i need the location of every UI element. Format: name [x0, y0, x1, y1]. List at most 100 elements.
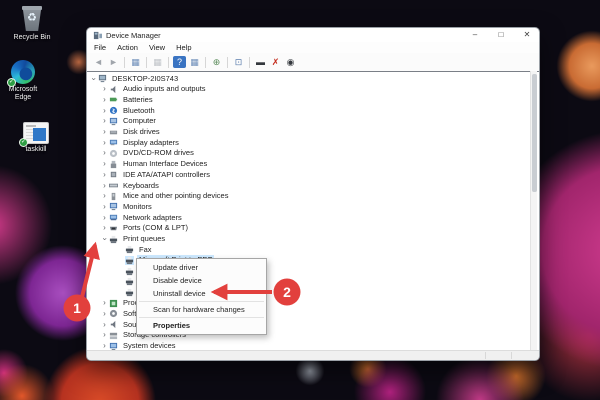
- expand-chevron-icon[interactable]: ›: [100, 106, 109, 116]
- tree-row-label: Batteries: [123, 94, 153, 104]
- annotation-badge-1-number: 1: [73, 300, 81, 316]
- speaker-icon: [110, 85, 116, 93]
- expand-chevron-icon[interactable]: ›: [100, 309, 109, 319]
- expand-chevron-icon[interactable]: ›: [100, 95, 109, 105]
- expand-chevron-icon[interactable]: ›: [100, 298, 109, 308]
- menu-help[interactable]: Help: [176, 43, 191, 52]
- tree-row-printer[interactable]: [87, 287, 141, 298]
- context-menu-item-uninstall-device[interactable]: Uninstall device: [137, 287, 266, 300]
- expand-chevron-icon[interactable]: ›: [100, 127, 109, 137]
- chip-icon: [110, 172, 117, 178]
- battery-icon: [109, 98, 118, 102]
- recycle-bin-icon: ♻: [21, 6, 43, 32]
- tree-row-monitors[interactable]: › Monitors: [87, 201, 154, 212]
- tree-row-bluetooth[interactable]: › Bluetooth: [87, 105, 157, 116]
- menu-action[interactable]: Action: [117, 43, 138, 52]
- tree-row-printer[interactable]: [87, 276, 141, 287]
- vertical-scrollbar[interactable]: [530, 71, 537, 352]
- toolbar-separator: [249, 56, 250, 68]
- software-icon: [109, 310, 118, 318]
- tree-row-label: Network adapters: [123, 212, 182, 222]
- toolbar: ◄ ► ▦ ▦? ▦ ⊕ ⊡ ▬ ✗ ◉: [87, 53, 539, 71]
- tree-row-disk-drives[interactable]: › Disk drives: [87, 127, 162, 138]
- uninstall-device-icon[interactable]: ✗: [269, 56, 282, 68]
- expand-chevron-icon[interactable]: ›: [100, 148, 109, 158]
- context-menu-item-disable-device[interactable]: Disable device: [137, 274, 266, 287]
- tree-row-audio-inputs-and-outputs[interactable]: › Audio inputs and outputs: [87, 84, 208, 95]
- printer-icon: [125, 278, 134, 286]
- tree-row-mice-and-other-pointing-devices[interactable]: › Mice and other pointing devices: [87, 191, 230, 202]
- context-menu-item-properties[interactable]: Properties: [137, 319, 266, 332]
- scan-hardware-icon[interactable]: ⊕: [210, 56, 223, 68]
- tree-row-desktop-2i0s743[interactable]: › DESKTOP-2I0S743: [87, 73, 180, 84]
- display-adapter-icon: [109, 139, 118, 146]
- tree-row-printer[interactable]: [87, 266, 141, 277]
- remote-computer-icon[interactable]: ⊡: [232, 56, 245, 68]
- tree-row-display-adapters[interactable]: › Display adapters: [87, 137, 181, 148]
- tree-row-print-queues[interactable]: › Print queues: [87, 234, 167, 245]
- tree-row-dvd-cd-rom-drives[interactable]: › DVD/CD-ROM drives: [87, 148, 196, 159]
- help-icon[interactable]: ?: [173, 56, 186, 68]
- bluetooth-icon: [109, 106, 118, 115]
- menu-view[interactable]: View: [149, 43, 165, 52]
- tree-row-label: DESKTOP-2I0S743: [112, 73, 179, 83]
- show-console-tree-icon[interactable]: ▦: [129, 56, 142, 68]
- expand-chevron-icon[interactable]: ›: [100, 181, 109, 191]
- expand-chevron-icon[interactable]: ›: [100, 320, 109, 330]
- taskkill-label: taskkill: [25, 146, 47, 153]
- menu-file[interactable]: File: [94, 43, 106, 52]
- context-menu-item-scan-for-hardware-changes[interactable]: Scan for hardware changes: [137, 303, 266, 316]
- properties-panel-icon[interactable]: ▦: [151, 56, 164, 68]
- expand-chevron-icon[interactable]: ›: [100, 138, 109, 148]
- disable-device-icon[interactable]: ◉: [284, 56, 297, 68]
- tree-row-batteries[interactable]: › Batteries: [87, 94, 155, 105]
- desktop-icon-taskkill[interactable]: ✓ taskkill: [12, 122, 60, 154]
- expand-chevron-icon[interactable]: ›: [100, 191, 109, 201]
- collapse-chevron-icon[interactable]: ›: [100, 235, 110, 244]
- toolbar-separator: [124, 56, 125, 68]
- expand-chevron-icon[interactable]: ›: [100, 159, 109, 169]
- tree-row-label: Monitors: [123, 201, 152, 211]
- minimize-button[interactable]: –: [469, 28, 481, 42]
- forward-icon[interactable]: ►: [107, 56, 120, 68]
- tree-row-label: Human Interface Devices: [123, 159, 208, 169]
- maximize-button[interactable]: □: [495, 28, 507, 42]
- tree-row-label: Keyboards: [123, 180, 159, 190]
- tree-row-ide-ata-atapi-controllers[interactable]: › IDE ATA/ATAPI controllers: [87, 169, 212, 180]
- list-view-icon[interactable]: ▦: [188, 56, 201, 68]
- expand-chevron-icon[interactable]: ›: [100, 223, 109, 233]
- tree-row-network-adapters[interactable]: › Network adapters: [87, 212, 184, 223]
- tree-row-ports-com-lpt[interactable]: › Ports (COM & LPT): [87, 223, 190, 234]
- tree-row-computer[interactable]: › Computer: [87, 116, 158, 127]
- collapse-chevron-icon[interactable]: ›: [89, 74, 99, 83]
- tree-row-fax[interactable]: Fax: [87, 244, 154, 255]
- taskkill-check-badge-icon: ✓: [19, 138, 28, 147]
- expand-chevron-icon[interactable]: ›: [100, 116, 109, 126]
- menu-bar: File Action View Help: [87, 42, 539, 53]
- tree-row-label: DVD/CD-ROM drives: [123, 148, 194, 158]
- expand-chevron-icon[interactable]: ›: [100, 202, 109, 212]
- keyboard-icon: [109, 183, 118, 188]
- desktop: ♻ Recycle Bin ✓ Microsoft Edge ✓ taskkil…: [0, 0, 600, 400]
- tree-row-label: Computer: [123, 116, 156, 126]
- tree-row-keyboards[interactable]: › Keyboards: [87, 180, 161, 191]
- expand-chevron-icon[interactable]: ›: [100, 170, 109, 180]
- desktop-icon-recycle-bin[interactable]: ♻ Recycle Bin: [8, 6, 56, 42]
- context-menu-item-update-driver[interactable]: Update driver: [137, 261, 266, 274]
- update-driver-icon[interactable]: ▬: [254, 56, 267, 68]
- expand-chevron-icon[interactable]: ›: [100, 330, 109, 340]
- close-button[interactable]: ✕: [521, 28, 533, 42]
- printer-icon: [125, 288, 134, 297]
- status-bar: [87, 350, 539, 360]
- scrollbar-thumb[interactable]: [532, 74, 537, 192]
- back-icon[interactable]: ◄: [92, 56, 105, 68]
- desktop-icon-microsoft-edge[interactable]: ✓ Microsoft Edge: [0, 60, 46, 102]
- expand-chevron-icon[interactable]: ›: [100, 84, 109, 94]
- toolbar-separator: [146, 56, 147, 68]
- cpu-icon: [109, 299, 118, 307]
- tree-row-human-interface-devices[interactable]: › Human Interface Devices: [87, 159, 209, 170]
- expand-chevron-icon[interactable]: ›: [100, 213, 109, 223]
- network-icon: [109, 214, 118, 221]
- storage-icon: [109, 332, 118, 339]
- monitor-icon: [109, 203, 118, 211]
